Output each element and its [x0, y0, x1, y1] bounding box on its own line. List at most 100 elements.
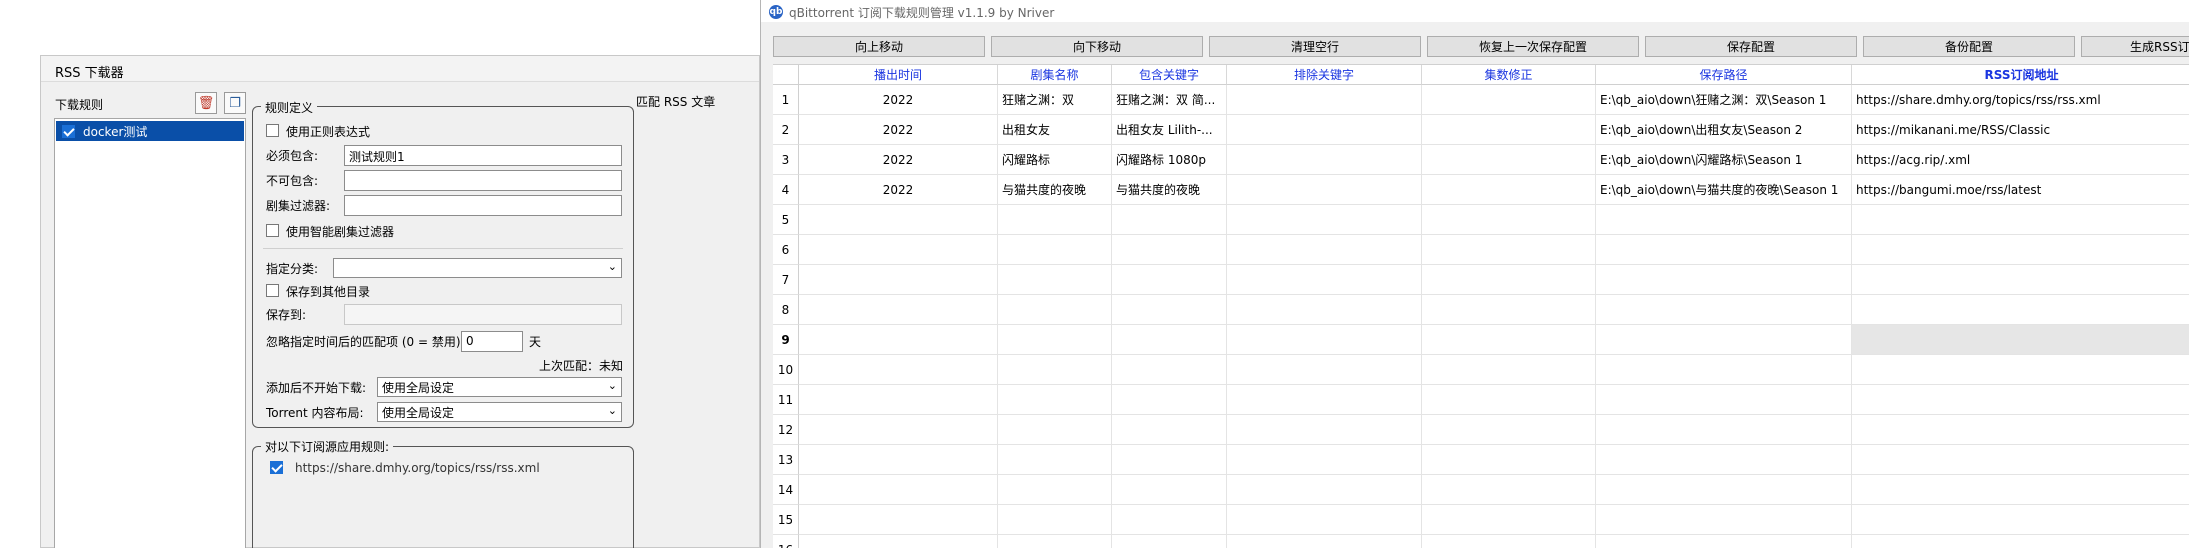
- clear-empty-rows-button[interactable]: 清理空行: [1209, 36, 1421, 57]
- cell-save-path[interactable]: [1596, 535, 1852, 548]
- cell-series-name[interactable]: [998, 265, 1112, 295]
- row-number[interactable]: 9: [773, 325, 799, 355]
- cell-air-time[interactable]: [799, 235, 998, 265]
- cell-save-path[interactable]: [1596, 265, 1852, 295]
- cell-series-name[interactable]: 狂赌之渊：双: [998, 85, 1112, 115]
- cell-episode-fix[interactable]: [1422, 355, 1596, 385]
- cell-include-keywords[interactable]: [1112, 385, 1227, 415]
- column-header-series-name[interactable]: 剧集名称: [998, 65, 1112, 85]
- cell-exclude-keywords[interactable]: [1227, 355, 1422, 385]
- cell-exclude-keywords[interactable]: [1227, 325, 1422, 355]
- cell-exclude-keywords[interactable]: [1227, 145, 1422, 175]
- row-number[interactable]: 4: [773, 175, 799, 205]
- cell-include-keywords[interactable]: [1112, 415, 1227, 445]
- must-not-contain-input[interactable]: [344, 170, 622, 191]
- cell-exclude-keywords[interactable]: [1227, 265, 1422, 295]
- row-number[interactable]: 6: [773, 235, 799, 265]
- cell-episode-fix[interactable]: [1422, 295, 1596, 325]
- cell-rss-url[interactable]: [1852, 325, 2189, 355]
- row-number[interactable]: 1: [773, 85, 799, 115]
- copy-rule-button[interactable]: ❐: [224, 92, 246, 114]
- cell-include-keywords[interactable]: [1112, 295, 1227, 325]
- save-config-button[interactable]: 保存配置: [1645, 36, 1857, 57]
- cell-save-path[interactable]: [1596, 475, 1852, 505]
- cell-episode-fix[interactable]: [1422, 145, 1596, 175]
- cell-rss-url[interactable]: https://acg.rip/.xml: [1852, 145, 2189, 175]
- cell-air-time[interactable]: [799, 475, 998, 505]
- row-number[interactable]: 8: [773, 295, 799, 325]
- row-number[interactable]: 12: [773, 415, 799, 445]
- cell-rss-url[interactable]: [1852, 535, 2189, 548]
- cell-save-path[interactable]: [1596, 235, 1852, 265]
- cell-save-path[interactable]: E:\qb_aio\down\闪耀路标\Season 1: [1596, 145, 1852, 175]
- cell-exclude-keywords[interactable]: [1227, 85, 1422, 115]
- cell-air-time[interactable]: [799, 415, 998, 445]
- row-number[interactable]: 3: [773, 145, 799, 175]
- cell-exclude-keywords[interactable]: [1227, 505, 1422, 535]
- cell-air-time[interactable]: [799, 445, 998, 475]
- cell-include-keywords[interactable]: [1112, 475, 1227, 505]
- cell-episode-fix[interactable]: [1422, 475, 1596, 505]
- content-layout-select[interactable]: 使用全局设定 ⌄: [377, 402, 622, 422]
- cell-rss-url[interactable]: [1852, 475, 2189, 505]
- cell-include-keywords[interactable]: [1112, 205, 1227, 235]
- move-down-button[interactable]: 向下移动: [991, 36, 1203, 57]
- cell-save-path[interactable]: [1596, 415, 1852, 445]
- cell-series-name[interactable]: [998, 295, 1112, 325]
- cell-episode-fix[interactable]: [1422, 415, 1596, 445]
- cell-series-name[interactable]: 闪耀路标: [998, 145, 1112, 175]
- cell-exclude-keywords[interactable]: [1227, 295, 1422, 325]
- column-header-include-keywords[interactable]: 包含关键字: [1112, 65, 1227, 85]
- cell-series-name[interactable]: [998, 505, 1112, 535]
- cell-rss-url[interactable]: [1852, 235, 2189, 265]
- save-other-dir-checkbox[interactable]: [266, 284, 279, 297]
- delete-rule-button[interactable]: 🗑: [195, 92, 217, 114]
- cell-include-keywords[interactable]: [1112, 445, 1227, 475]
- cell-air-time[interactable]: 2022: [799, 115, 998, 145]
- row-number[interactable]: 15: [773, 505, 799, 535]
- rule-item-docker[interactable]: docker测试: [56, 121, 244, 141]
- cell-include-keywords[interactable]: [1112, 265, 1227, 295]
- cell-save-path[interactable]: [1596, 325, 1852, 355]
- category-select[interactable]: ⌄: [333, 258, 622, 278]
- cell-rss-url[interactable]: [1852, 445, 2189, 475]
- generate-rss-button[interactable]: 生成RSS订阅: [2081, 36, 2189, 57]
- cell-include-keywords[interactable]: [1112, 235, 1227, 265]
- cell-episode-fix[interactable]: [1422, 535, 1596, 548]
- cell-rss-url[interactable]: [1852, 205, 2189, 235]
- row-number[interactable]: 10: [773, 355, 799, 385]
- cell-air-time[interactable]: 2022: [799, 175, 998, 205]
- cell-save-path[interactable]: E:\qb_aio\down\出租女友\Season 2: [1596, 115, 1852, 145]
- row-number[interactable]: 2: [773, 115, 799, 145]
- cell-include-keywords[interactable]: 闪耀路标 1080p: [1112, 145, 1227, 175]
- cell-rss-url[interactable]: https://share.dmhy.org/topics/rss/rss.xm…: [1852, 85, 2189, 115]
- cell-episode-fix[interactable]: [1422, 235, 1596, 265]
- cell-air-time[interactable]: [799, 355, 998, 385]
- cell-episode-fix[interactable]: [1422, 325, 1596, 355]
- row-number[interactable]: 13: [773, 445, 799, 475]
- cell-exclude-keywords[interactable]: [1227, 175, 1422, 205]
- cell-include-keywords[interactable]: 出租女友 Lilith-...: [1112, 115, 1227, 145]
- cell-episode-fix[interactable]: [1422, 385, 1596, 415]
- cell-episode-fix[interactable]: [1422, 265, 1596, 295]
- cell-include-keywords[interactable]: [1112, 535, 1227, 548]
- smart-filter-checkbox[interactable]: [266, 224, 279, 237]
- cell-include-keywords[interactable]: [1112, 325, 1227, 355]
- add-paused-select[interactable]: 使用全局设定 ⌄: [377, 377, 622, 397]
- cell-save-path[interactable]: [1596, 295, 1852, 325]
- cell-save-path[interactable]: [1596, 505, 1852, 535]
- cell-air-time[interactable]: [799, 505, 998, 535]
- cell-air-time[interactable]: [799, 535, 998, 548]
- row-number[interactable]: 7: [773, 265, 799, 295]
- column-header-air-time[interactable]: 播出时间: [799, 65, 998, 85]
- cell-save-path[interactable]: [1596, 355, 1852, 385]
- cell-include-keywords[interactable]: 与猫共度的夜晚: [1112, 175, 1227, 205]
- cell-series-name[interactable]: [998, 235, 1112, 265]
- cell-exclude-keywords[interactable]: [1227, 475, 1422, 505]
- column-header-episode-fix[interactable]: 集数修正: [1422, 65, 1596, 85]
- cell-series-name[interactable]: [998, 205, 1112, 235]
- column-header-rss-url[interactable]: RSS订阅地址: [1852, 65, 2189, 85]
- cell-rss-url[interactable]: [1852, 355, 2189, 385]
- cell-episode-fix[interactable]: [1422, 85, 1596, 115]
- cell-save-path[interactable]: [1596, 205, 1852, 235]
